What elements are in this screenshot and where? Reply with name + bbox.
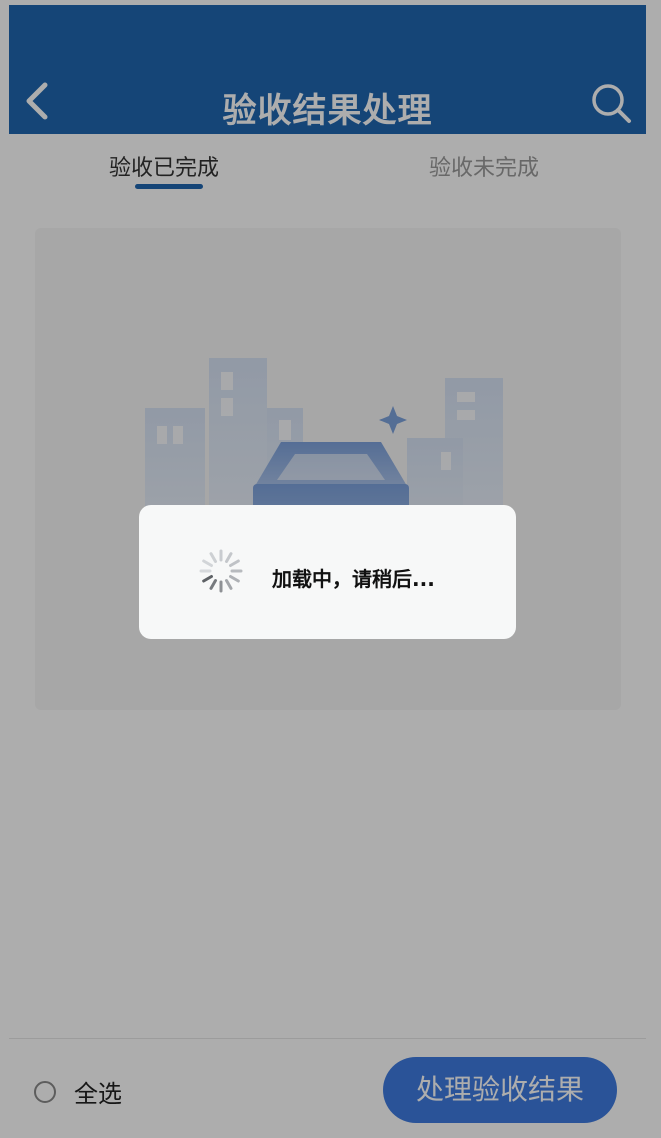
loading-text: 加载中，请稍后... [272, 567, 435, 591]
spinner-icon [199, 549, 243, 593]
loading-toast: 加载中，请稍后... [139, 505, 516, 639]
